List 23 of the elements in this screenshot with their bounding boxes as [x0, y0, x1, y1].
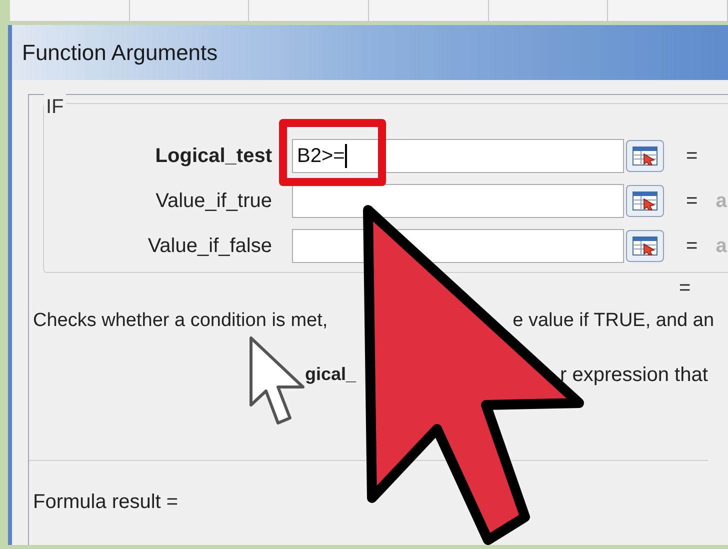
argument-label: Value_if_true	[154, 188, 272, 214]
argument-field[interactable]: B2>=	[292, 138, 624, 172]
range-select-icon	[632, 236, 658, 256]
argument-label: Logical_test	[154, 144, 272, 168]
equals-sign: =	[686, 188, 698, 214]
description-text: Checks whether a condition is met,	[33, 309, 328, 333]
window-title: Function Arguments	[22, 39, 218, 67]
range-select-button[interactable]	[626, 184, 664, 216]
argument-result: a	[716, 188, 727, 214]
argument-field[interactable]	[292, 184, 624, 218]
argument-label: Value_if_false	[146, 234, 272, 258]
range-select-button[interactable]	[626, 230, 664, 262]
argument-help-text: r expression that	[560, 362, 708, 388]
formula-result: Formula result =	[33, 490, 180, 514]
argument-help-name: gical_	[305, 363, 356, 386]
equals-sign: =	[679, 276, 691, 301]
range-select-icon	[632, 146, 658, 166]
description-text: e value if TRUE, and an	[512, 309, 714, 333]
range-select-icon	[632, 190, 658, 210]
range-select-button[interactable]	[626, 140, 664, 172]
argument-result: a	[716, 234, 727, 258]
equals-sign: =	[686, 144, 698, 168]
equals-sign: =	[686, 234, 698, 258]
